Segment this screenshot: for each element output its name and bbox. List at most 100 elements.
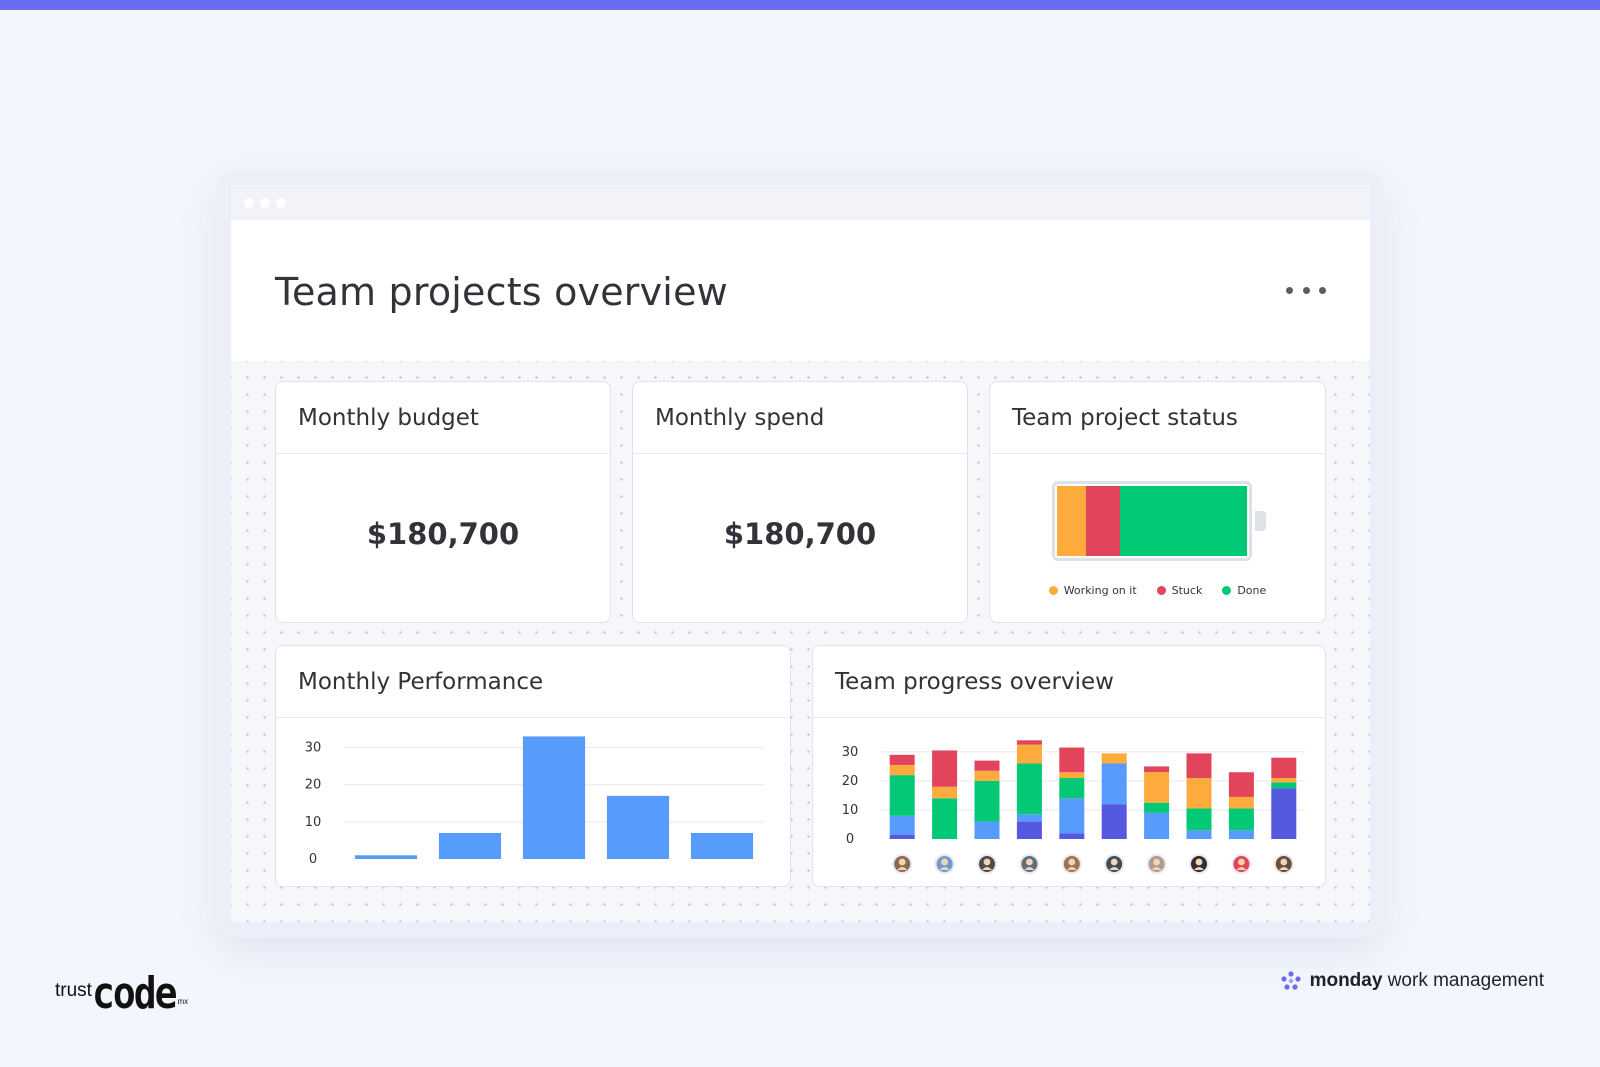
- widget-monthly-spend[interactable]: Monthly spend $180,700: [632, 381, 968, 623]
- progress-bar-segment[interactable]: [1101, 753, 1127, 764]
- progress-bar-segment[interactable]: [1186, 830, 1212, 839]
- dashboard-header: Team projects overview: [231, 220, 1370, 361]
- progress-bar-segment[interactable]: [1271, 757, 1297, 779]
- member-avatar[interactable]: [934, 854, 955, 874]
- progress-bar-segment[interactable]: [1101, 763, 1127, 805]
- monthly-performance-chart: 30 20 10 0: [305, 736, 764, 867]
- widget-monthly-performance[interactable]: Monthly Performance 30 20 10 0: [275, 645, 791, 887]
- team-progress-chart: 30 20 10 0: [842, 740, 1305, 874]
- progress-bar-segment[interactable]: [1144, 766, 1170, 773]
- progress-bar-segment[interactable]: [1059, 778, 1085, 799]
- y-tick-label: 10: [842, 803, 859, 818]
- member-avatar[interactable]: [1061, 854, 1082, 874]
- y-tick-label: 0: [309, 852, 317, 867]
- progress-bar-segment[interactable]: [932, 750, 958, 787]
- member-avatar[interactable]: [1146, 854, 1167, 874]
- progress-bar-segment[interactable]: [1186, 808, 1212, 831]
- y-tick-label: 30: [842, 745, 859, 760]
- legend-dot-icon: [1222, 586, 1232, 595]
- progress-bar-segment[interactable]: [1016, 814, 1042, 822]
- widget-title: Team project status: [990, 382, 1325, 454]
- member-avatar[interactable]: [1019, 854, 1040, 874]
- logo-text-code: code: [91, 967, 178, 1019]
- progress-bar-segment[interactable]: [974, 821, 1000, 839]
- progress-bar-segment[interactable]: [1228, 796, 1254, 809]
- progress-bar-segment[interactable]: [1186, 753, 1212, 779]
- progress-bar-segment[interactable]: [1144, 812, 1170, 839]
- progress-bar-segment[interactable]: [1228, 808, 1254, 831]
- progress-bar-segment[interactable]: [1016, 740, 1042, 745]
- y-tick-label: 20: [842, 774, 859, 789]
- progress-bar-segment[interactable]: [1059, 747, 1085, 773]
- progress-bar-segment[interactable]: [1016, 744, 1042, 764]
- logo-text-work-management: work management: [1387, 970, 1544, 991]
- progress-bar-segment[interactable]: [1059, 833, 1085, 839]
- progress-bar-segment[interactable]: [974, 780, 1000, 822]
- performance-bar[interactable]: [438, 833, 502, 859]
- status-legend: Working on it Stuck Done: [990, 584, 1325, 597]
- progress-bar-segment[interactable]: [1016, 763, 1042, 815]
- progress-bar-segment[interactable]: [932, 798, 958, 839]
- legend-dot-icon: [1156, 586, 1166, 595]
- more-options-icon[interactable]: [1286, 278, 1326, 302]
- status-segment: [1085, 486, 1120, 556]
- legend-dot-icon: [1048, 586, 1058, 595]
- member-avatar[interactable]: [892, 854, 913, 874]
- widget-monthly-budget[interactable]: Monthly budget $180,700: [275, 381, 611, 623]
- progress-bar-segment[interactable]: [1271, 788, 1297, 839]
- member-avatar[interactable]: [1189, 854, 1209, 874]
- progress-bar-segment[interactable]: [1228, 830, 1254, 839]
- progress-bar-segment[interactable]: [1228, 772, 1254, 797]
- widget-team-progress-overview[interactable]: Team progress overview 30 20 10 0: [812, 645, 1326, 887]
- widget-title: Monthly spend: [633, 382, 967, 454]
- status-battery-chart: [1052, 481, 1252, 561]
- monday-logo: monday work management: [1280, 970, 1544, 992]
- member-avatar[interactable]: [1104, 854, 1125, 874]
- progress-bar-segment[interactable]: [889, 754, 915, 765]
- performance-bar[interactable]: [606, 795, 670, 859]
- member-avatar[interactable]: [1231, 854, 1252, 874]
- member-avatar[interactable]: [977, 854, 997, 874]
- performance-bar[interactable]: [690, 833, 754, 859]
- progress-bar-segment[interactable]: [1271, 782, 1297, 789]
- page-title: Team projects overview: [275, 270, 728, 314]
- progress-bar-segment[interactable]: [1271, 778, 1297, 783]
- progress-bar-segment[interactable]: [1059, 772, 1085, 779]
- legend-label: Working on it: [1063, 584, 1137, 597]
- progress-bar-segment[interactable]: [932, 786, 958, 799]
- window-titlebar: [231, 185, 1370, 220]
- logo-text-trust: trust: [55, 980, 92, 1001]
- progress-bar-segment[interactable]: [974, 760, 1000, 771]
- progress-bar-segment[interactable]: [974, 770, 1000, 781]
- widget-title: Monthly budget: [276, 382, 610, 454]
- progress-bar-segment[interactable]: [1059, 798, 1085, 834]
- legend-item: Working on it: [1048, 584, 1137, 597]
- legend-item: Done: [1222, 584, 1266, 597]
- progress-bar-segment[interactable]: [1144, 802, 1170, 813]
- battery-cap: [1255, 511, 1266, 531]
- member-avatar[interactable]: [1273, 854, 1294, 874]
- window-dot-icon[interactable]: [244, 197, 254, 208]
- progress-bar-segment[interactable]: [889, 815, 915, 835]
- trustcode-logo: trust code mx: [55, 967, 189, 1019]
- widget-title: Monthly Performance: [276, 646, 790, 718]
- progress-bar-segment[interactable]: [1016, 821, 1042, 839]
- window-dot-icon[interactable]: [260, 197, 270, 208]
- window-content: Team projects overview Monthly budget $1…: [231, 185, 1370, 922]
- widget-team-project-status[interactable]: Team project status Working on it Stuck Do…: [989, 381, 1326, 623]
- progress-bar-segment[interactable]: [889, 764, 915, 776]
- top-accent-bar: [0, 0, 1600, 10]
- progress-bar-segment[interactable]: [889, 775, 915, 816]
- progress-bar-segment[interactable]: [1186, 778, 1212, 809]
- progress-bar-segment[interactable]: [889, 834, 915, 839]
- window-dot-icon[interactable]: [276, 197, 286, 208]
- progress-bar-segment[interactable]: [1144, 772, 1170, 803]
- monday-dots-icon: [1280, 971, 1301, 990]
- progress-bar-segment[interactable]: [1101, 804, 1127, 839]
- y-tick-label: 0: [846, 832, 854, 847]
- logo-text-mx: mx: [177, 997, 189, 1006]
- dashboard-board: Monthly budget $180,700 Monthly spend $1…: [231, 361, 1370, 922]
- performance-bar[interactable]: [522, 736, 586, 859]
- status-segment: [1057, 486, 1086, 556]
- performance-bar[interactable]: [354, 855, 418, 859]
